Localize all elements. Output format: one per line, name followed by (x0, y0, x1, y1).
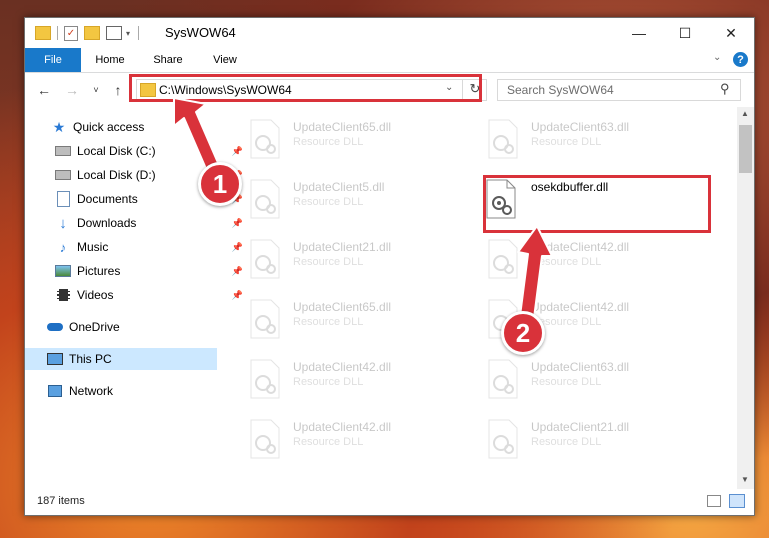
callout-badge-2: 2 (501, 311, 545, 355)
callout-arrows (173, 97, 553, 319)
arrow-2 (517, 225, 553, 319)
callout-badge-1: 1 (198, 162, 242, 206)
